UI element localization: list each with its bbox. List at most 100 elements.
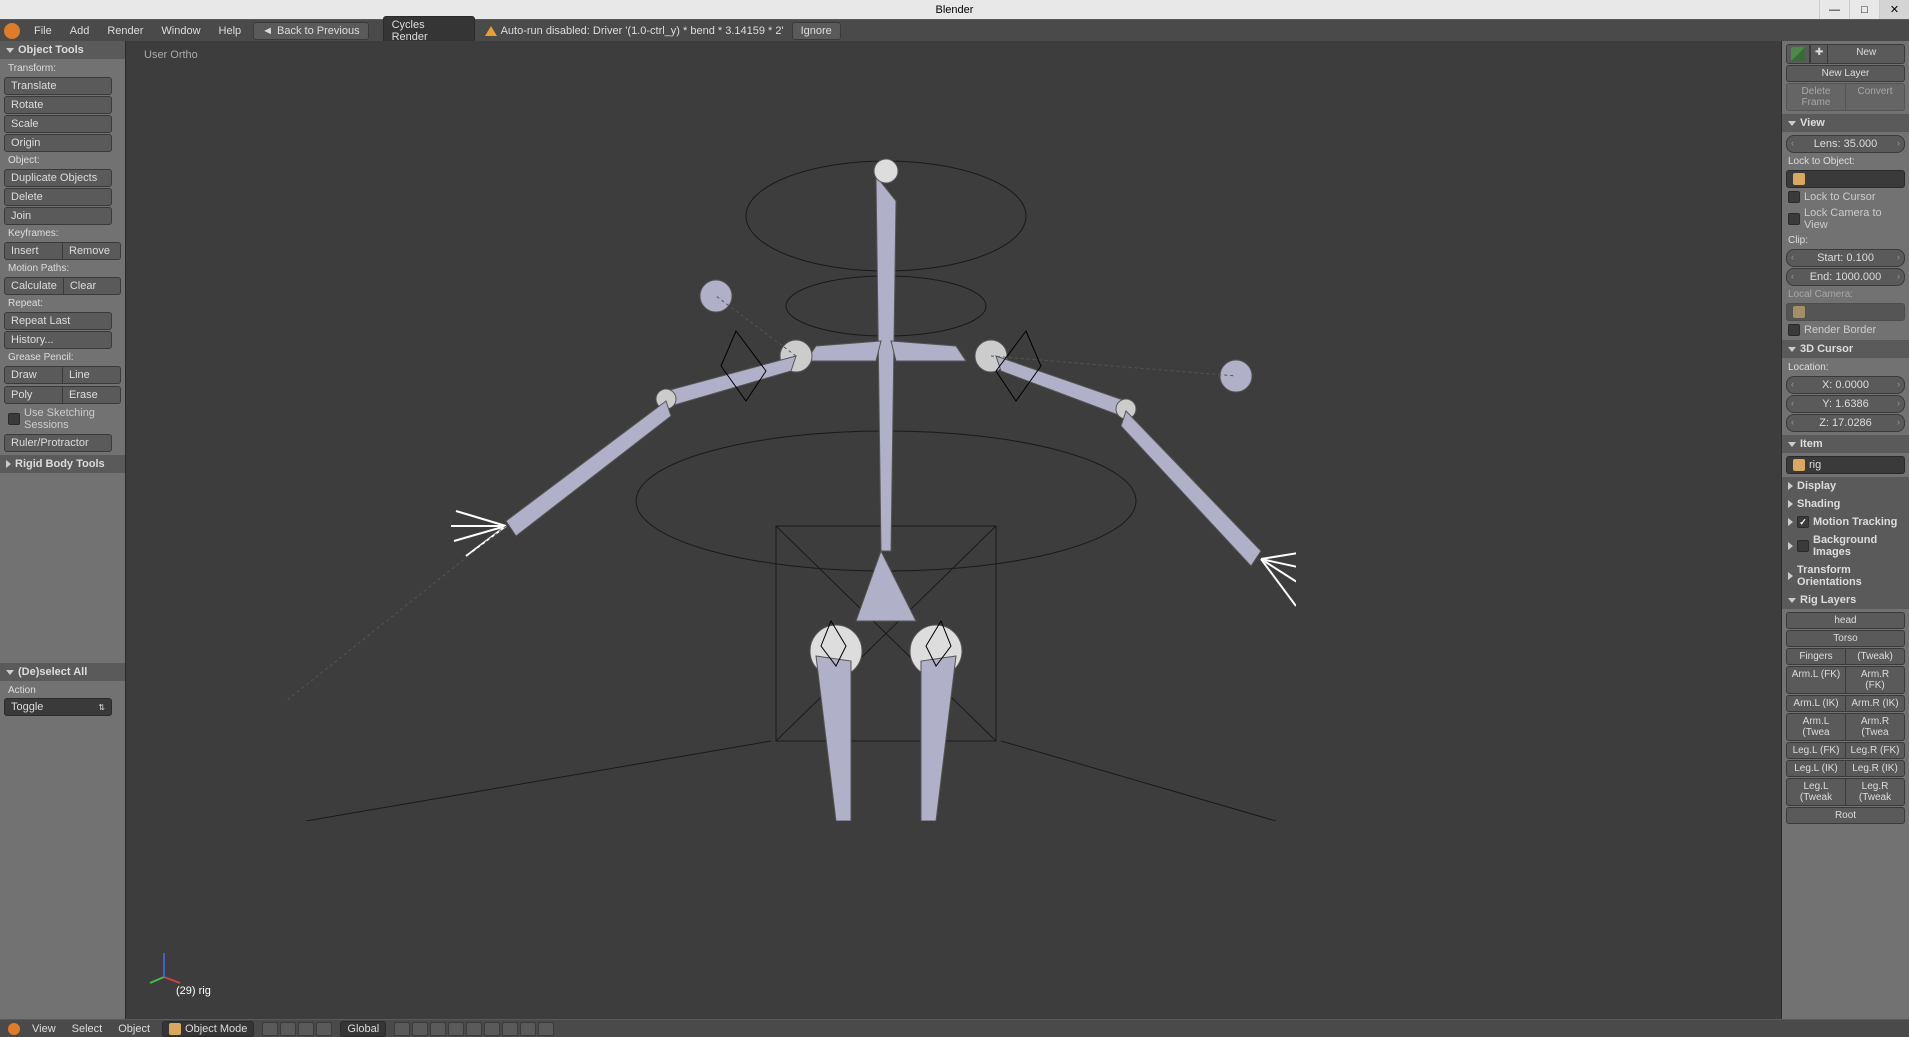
lock-camera-checkbox[interactable]	[1788, 213, 1800, 225]
menu-window[interactable]: Window	[153, 23, 208, 39]
rig-legl-ik-button[interactable]: Leg.L (IK)	[1786, 760, 1846, 777]
cursor-x-field[interactable]: ‹X: 0.0000›	[1786, 376, 1905, 394]
shading-header[interactable]: Shading	[1782, 495, 1909, 513]
layer-4-icon[interactable]	[448, 1022, 464, 1036]
translate-button[interactable]: Translate	[4, 77, 112, 95]
snap-type-icon[interactable]	[502, 1022, 518, 1036]
item-name-input[interactable]: rig	[1786, 456, 1905, 474]
maximize-button[interactable]: □	[1849, 0, 1879, 19]
sketching-checkbox-row[interactable]: Use Sketching Sessions	[4, 405, 121, 433]
menu-add[interactable]: Add	[62, 23, 98, 39]
menu-help[interactable]: Help	[211, 23, 250, 39]
rig-legl-fk-button[interactable]: Leg.L (FK)	[1786, 742, 1846, 759]
gp-erase-button[interactable]: Erase	[63, 386, 121, 404]
view-panel-header[interactable]: View	[1782, 114, 1909, 132]
convert-button[interactable]: Convert	[1846, 83, 1905, 111]
menu-render[interactable]: Render	[99, 23, 151, 39]
bb-view[interactable]: View	[28, 1023, 60, 1035]
layers-icon[interactable]	[316, 1022, 332, 1036]
layer-5-icon[interactable]	[466, 1022, 482, 1036]
bg-images-header[interactable]: Background Images	[1782, 531, 1909, 561]
insert-keyframe-button[interactable]: Insert	[4, 242, 63, 260]
rig-fingers-tweak-button[interactable]: (Tweak)	[1846, 648, 1905, 665]
calculate-button[interactable]: Calculate	[4, 277, 64, 295]
join-button[interactable]: Join	[4, 207, 112, 225]
menu-file[interactable]: File	[26, 23, 60, 39]
pivot-icon[interactable]	[280, 1022, 296, 1036]
rig-legr-tweak-button[interactable]: Leg.R (Tweak	[1846, 778, 1905, 806]
bb-select[interactable]: Select	[68, 1023, 107, 1035]
repeat-last-button[interactable]: Repeat Last	[4, 312, 112, 330]
rig-torso-button[interactable]: Torso	[1786, 630, 1905, 647]
delete-frame-button[interactable]: Delete Frame	[1786, 83, 1846, 111]
rig-root-button[interactable]: Root	[1786, 807, 1905, 824]
lock-icon[interactable]	[538, 1022, 554, 1036]
rig-legr-ik-button[interactable]: Leg.R (IK)	[1846, 760, 1905, 777]
transform-orient-header[interactable]: Transform Orientations	[1782, 561, 1909, 591]
rig-head-button[interactable]: head	[1786, 612, 1905, 629]
gp-draw-button[interactable]: Draw	[4, 366, 63, 384]
remove-keyframe-button[interactable]: Remove	[63, 242, 121, 260]
rig-arml-tweak-button[interactable]: Arm.L (Twea	[1786, 713, 1846, 741]
layer-3-icon[interactable]	[430, 1022, 446, 1036]
rig-armr-ik-button[interactable]: Arm.R (IK)	[1846, 695, 1905, 712]
rotate-button[interactable]: Rotate	[4, 96, 112, 114]
snap-icon[interactable]	[484, 1022, 500, 1036]
display-header[interactable]: Display	[1782, 477, 1909, 495]
origin-button[interactable]: Origin	[4, 134, 112, 152]
new-gp-button[interactable]: New	[1828, 44, 1905, 64]
local-camera-input[interactable]	[1786, 303, 1905, 321]
delete-button[interactable]: Delete	[4, 188, 112, 206]
rig-armr-tweak-button[interactable]: Arm.R (Twea	[1846, 713, 1905, 741]
rig-legl-tweak-button[interactable]: Leg.L (Tweak	[1786, 778, 1846, 806]
editor-type-icon[interactable]	[8, 1023, 20, 1035]
gp-add-button[interactable]: ✚	[1810, 44, 1828, 64]
layer-2-icon[interactable]	[412, 1022, 428, 1036]
action-select[interactable]: Toggle ⇅	[4, 698, 112, 716]
item-header[interactable]: Item	[1782, 435, 1909, 453]
mode-select[interactable]: Object Mode	[162, 1021, 254, 1037]
render-preview-icon[interactable]	[520, 1022, 536, 1036]
render-border-checkbox[interactable]	[1788, 324, 1800, 336]
cursor-z-field[interactable]: ‹Z: 17.0286›	[1786, 414, 1905, 432]
history-button[interactable]: History...	[4, 331, 112, 349]
clear-button[interactable]: Clear	[64, 277, 121, 295]
ruler-button[interactable]: Ruler/Protractor	[4, 434, 112, 452]
bg-images-checkbox[interactable]	[1797, 540, 1809, 552]
manipulator-icon[interactable]	[298, 1022, 314, 1036]
new-layer-button[interactable]: New Layer	[1786, 65, 1905, 82]
object-tools-header[interactable]: Object Tools	[0, 41, 125, 59]
close-button[interactable]: ✕	[1879, 0, 1909, 19]
lock-cursor-checkbox[interactable]	[1788, 191, 1800, 203]
bb-object[interactable]: Object	[114, 1023, 154, 1035]
ignore-button[interactable]: Ignore	[792, 22, 841, 40]
rig-legr-fk-button[interactable]: Leg.R (FK)	[1846, 742, 1905, 759]
rig-arml-ik-button[interactable]: Arm.L (IK)	[1786, 695, 1846, 712]
layer-1-icon[interactable]	[394, 1022, 410, 1036]
back-to-previous-button[interactable]: ◄ Back to Previous	[253, 22, 368, 40]
motion-tracking-header[interactable]: Motion Tracking	[1782, 513, 1909, 531]
gp-line-button[interactable]: Line	[63, 366, 121, 384]
rigid-body-header[interactable]: Rigid Body Tools	[0, 455, 125, 473]
cursor-y-field[interactable]: ‹Y: 1.6386›	[1786, 395, 1905, 413]
rig-armr-fk-button[interactable]: Arm.R (FK)	[1846, 666, 1905, 694]
shading-icon[interactable]	[262, 1022, 278, 1036]
rig-fingers-button[interactable]: Fingers	[1786, 648, 1846, 665]
rig-arml-fk-button[interactable]: Arm.L (FK)	[1786, 666, 1846, 694]
duplicate-button[interactable]: Duplicate Objects	[4, 169, 112, 187]
3d-cursor-header[interactable]: 3D Cursor	[1782, 340, 1909, 358]
orientation-select[interactable]: Global	[340, 1021, 386, 1037]
gp-color-button[interactable]	[1786, 44, 1810, 64]
3d-viewport[interactable]: User Ortho	[126, 41, 1781, 1019]
lock-object-input[interactable]	[1786, 170, 1905, 188]
motion-tracking-checkbox[interactable]	[1797, 516, 1809, 528]
rig-layers-header[interactable]: Rig Layers	[1782, 591, 1909, 609]
sketching-checkbox[interactable]	[8, 413, 20, 425]
gp-poly-button[interactable]: Poly	[4, 386, 63, 404]
minimize-button[interactable]: —	[1819, 0, 1849, 19]
deselect-all-header[interactable]: (De)select All	[0, 663, 125, 681]
scale-button[interactable]: Scale	[4, 115, 112, 133]
lens-field[interactable]: ‹Lens: 35.000›	[1786, 135, 1905, 153]
clip-end-field[interactable]: ‹End: 1000.000›	[1786, 268, 1905, 286]
clip-start-field[interactable]: ‹Start: 0.100›	[1786, 249, 1905, 267]
